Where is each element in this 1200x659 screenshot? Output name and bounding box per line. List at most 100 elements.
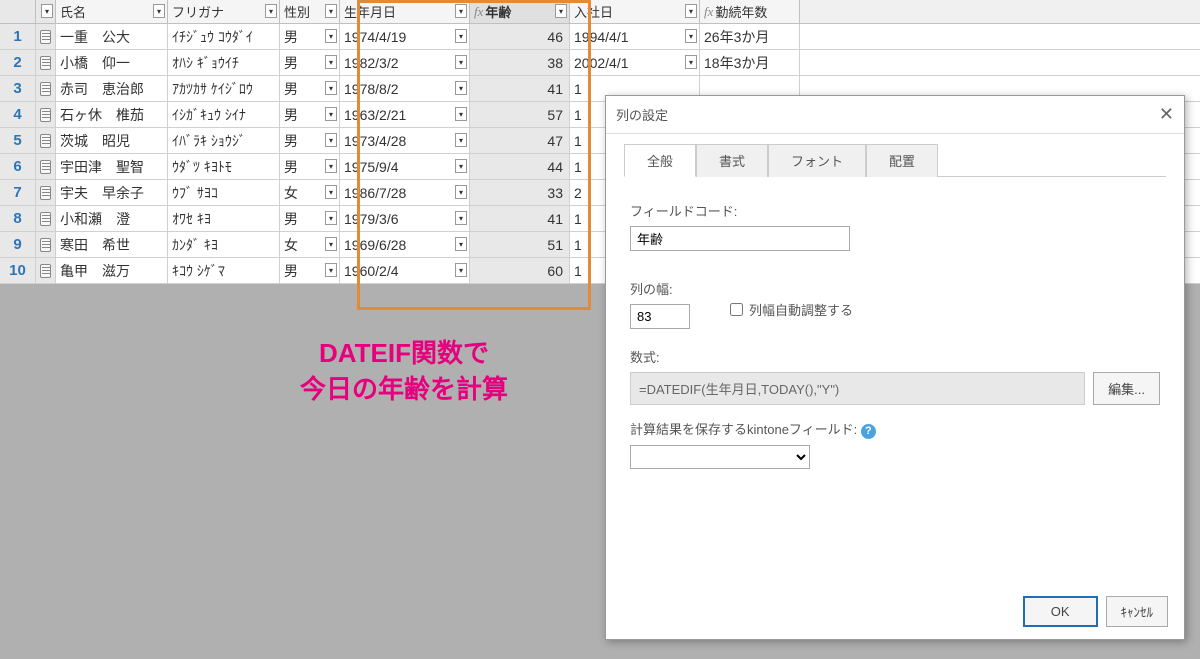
- col-name[interactable]: 氏名▾: [56, 0, 168, 23]
- col-dob[interactable]: 生年月日▾: [340, 0, 470, 23]
- tab-format[interactable]: 書式: [696, 144, 768, 177]
- dropdown-icon[interactable]: ▾: [325, 29, 337, 43]
- edit-formula-button[interactable]: 編集...: [1093, 372, 1160, 405]
- row-number[interactable]: 8: [0, 206, 36, 231]
- dropdown-icon[interactable]: ▾: [455, 55, 467, 69]
- row-icon-cell[interactable]: [36, 76, 56, 101]
- auto-width-check[interactable]: [730, 303, 743, 316]
- cell-age[interactable]: 33: [470, 180, 570, 205]
- cell-name[interactable]: 石ヶ休 椎茄: [56, 102, 168, 127]
- dropdown-icon[interactable]: ▾: [325, 211, 337, 225]
- dropdown-icon[interactable]: ▾: [555, 4, 567, 18]
- result-field-select[interactable]: [630, 445, 810, 469]
- dropdown-icon[interactable]: ▾: [685, 4, 697, 18]
- cell-name[interactable]: 寒田 希世: [56, 232, 168, 257]
- field-code-input[interactable]: [630, 226, 850, 251]
- row-number[interactable]: 6: [0, 154, 36, 179]
- dropdown-icon[interactable]: ▾: [455, 185, 467, 199]
- cell-age[interactable]: 38: [470, 50, 570, 75]
- row-icon-cell[interactable]: [36, 50, 56, 75]
- cell-age[interactable]: 57: [470, 102, 570, 127]
- cell-hire[interactable]: 1994/4/1▾: [570, 24, 700, 49]
- dropdown-icon[interactable]: ▾: [325, 185, 337, 199]
- cancel-button[interactable]: ｷｬﾝｾﾙ: [1106, 596, 1169, 627]
- col-tenure[interactable]: fx勤続年数: [700, 0, 800, 23]
- row-icon-cell[interactable]: [36, 128, 56, 153]
- dropdown-icon[interactable]: ▾: [455, 159, 467, 173]
- dropdown-icon[interactable]: ▾: [325, 237, 337, 251]
- row-icon-cell[interactable]: [36, 232, 56, 257]
- cell-kana[interactable]: ｲﾊﾞﾗｷ ｼｮｳｼﾞ: [168, 128, 280, 153]
- close-icon[interactable]: ✕: [1159, 104, 1174, 125]
- dropdown-icon[interactable]: ▾: [41, 4, 53, 18]
- cell-sex[interactable]: 男▾: [280, 76, 340, 101]
- col-hire[interactable]: 入社日▾: [570, 0, 700, 23]
- cell-age[interactable]: 41: [470, 206, 570, 231]
- dropdown-icon[interactable]: ▾: [265, 4, 277, 18]
- cell-dob[interactable]: 1963/2/21▾: [340, 102, 470, 127]
- cell-dob[interactable]: 1975/9/4▾: [340, 154, 470, 179]
- dropdown-icon[interactable]: ▾: [325, 81, 337, 95]
- dropdown-icon[interactable]: ▾: [153, 4, 165, 18]
- cell-tenure[interactable]: 18年3か月: [700, 50, 800, 75]
- cell-age[interactable]: 47: [470, 128, 570, 153]
- row-icon-cell[interactable]: [36, 180, 56, 205]
- dropdown-icon[interactable]: ▾: [325, 133, 337, 147]
- cell-name[interactable]: 赤司 恵治郎: [56, 76, 168, 101]
- table-row[interactable]: 1一重 公大ｲﾁｼﾞｭｳ ｺｳﾀﾞｲ男▾1974/4/19▾461994/4/1…: [0, 24, 1200, 50]
- dropdown-icon[interactable]: ▾: [685, 29, 697, 43]
- cell-tenure[interactable]: 26年3か月: [700, 24, 800, 49]
- row-icon-cell[interactable]: [36, 24, 56, 49]
- cell-sex[interactable]: 女▾: [280, 232, 340, 257]
- dropdown-icon[interactable]: ▾: [325, 263, 337, 277]
- cell-sex[interactable]: 男▾: [280, 206, 340, 231]
- cell-sex[interactable]: 男▾: [280, 258, 340, 283]
- cell-dob[interactable]: 1973/4/28▾: [340, 128, 470, 153]
- dropdown-icon[interactable]: ▾: [325, 107, 337, 121]
- cell-sex[interactable]: 男▾: [280, 102, 340, 127]
- cell-kana[interactable]: ｶﾝﾀﾞ ｷﾖ: [168, 232, 280, 257]
- row-number[interactable]: 5: [0, 128, 36, 153]
- row-icon-cell[interactable]: [36, 102, 56, 127]
- cell-age[interactable]: 60: [470, 258, 570, 283]
- row-icon-cell[interactable]: [36, 206, 56, 231]
- dropdown-icon[interactable]: ▾: [685, 55, 697, 69]
- cell-dob[interactable]: 1982/3/2▾: [340, 50, 470, 75]
- row-number[interactable]: 9: [0, 232, 36, 257]
- ok-button[interactable]: OK: [1023, 596, 1098, 627]
- row-number[interactable]: 2: [0, 50, 36, 75]
- cell-dob[interactable]: 1974/4/19▾: [340, 24, 470, 49]
- cell-sex[interactable]: 男▾: [280, 24, 340, 49]
- row-number[interactable]: 3: [0, 76, 36, 101]
- cell-kana[interactable]: ｱｶﾂｶｻ ｹｲｼﾞﾛｳ: [168, 76, 280, 101]
- dropdown-icon[interactable]: ▾: [325, 4, 337, 18]
- cell-kana[interactable]: ｳﾀﾞﾂ ｷﾖﾄﾓ: [168, 154, 280, 179]
- dropdown-icon[interactable]: ▾: [455, 29, 467, 43]
- tab-align[interactable]: 配置: [866, 144, 938, 177]
- cell-dob[interactable]: 1960/2/4▾: [340, 258, 470, 283]
- row-number[interactable]: 1: [0, 24, 36, 49]
- dropdown-icon[interactable]: ▾: [455, 4, 467, 18]
- tab-general[interactable]: 全般: [624, 144, 696, 177]
- cell-name[interactable]: 小和瀬 澄: [56, 206, 168, 231]
- cell-kana[interactable]: ｵﾜｾ ｷﾖ: [168, 206, 280, 231]
- cell-dob[interactable]: 1979/3/6▾: [340, 206, 470, 231]
- row-icon-cell[interactable]: [36, 258, 56, 283]
- cell-name[interactable]: 亀甲 滋万: [56, 258, 168, 283]
- cell-dob[interactable]: 1986/7/28▾: [340, 180, 470, 205]
- table-row[interactable]: 2小橋 仰一ｵﾊｼ ｷﾞｮｳｲﾁ男▾1982/3/2▾382002/4/1▾18…: [0, 50, 1200, 76]
- tab-font[interactable]: フォント: [768, 144, 866, 177]
- row-number[interactable]: 4: [0, 102, 36, 127]
- auto-width-checkbox[interactable]: 列幅自動調整する: [730, 300, 853, 319]
- dropdown-icon[interactable]: ▾: [325, 55, 337, 69]
- cell-kana[interactable]: ｳﾌﾞ ｻﾖｺ: [168, 180, 280, 205]
- dropdown-icon[interactable]: ▾: [325, 159, 337, 173]
- cell-kana[interactable]: ｷｺｳ ｼｹﾞﾏ: [168, 258, 280, 283]
- width-input[interactable]: [630, 304, 690, 329]
- col-sex[interactable]: 性別▾: [280, 0, 340, 23]
- row-icon-cell[interactable]: [36, 154, 56, 179]
- dropdown-icon[interactable]: ▾: [455, 211, 467, 225]
- cell-name[interactable]: 宇田津 聖智: [56, 154, 168, 179]
- dropdown-icon[interactable]: ▾: [455, 263, 467, 277]
- icon-header[interactable]: ▾: [36, 0, 56, 23]
